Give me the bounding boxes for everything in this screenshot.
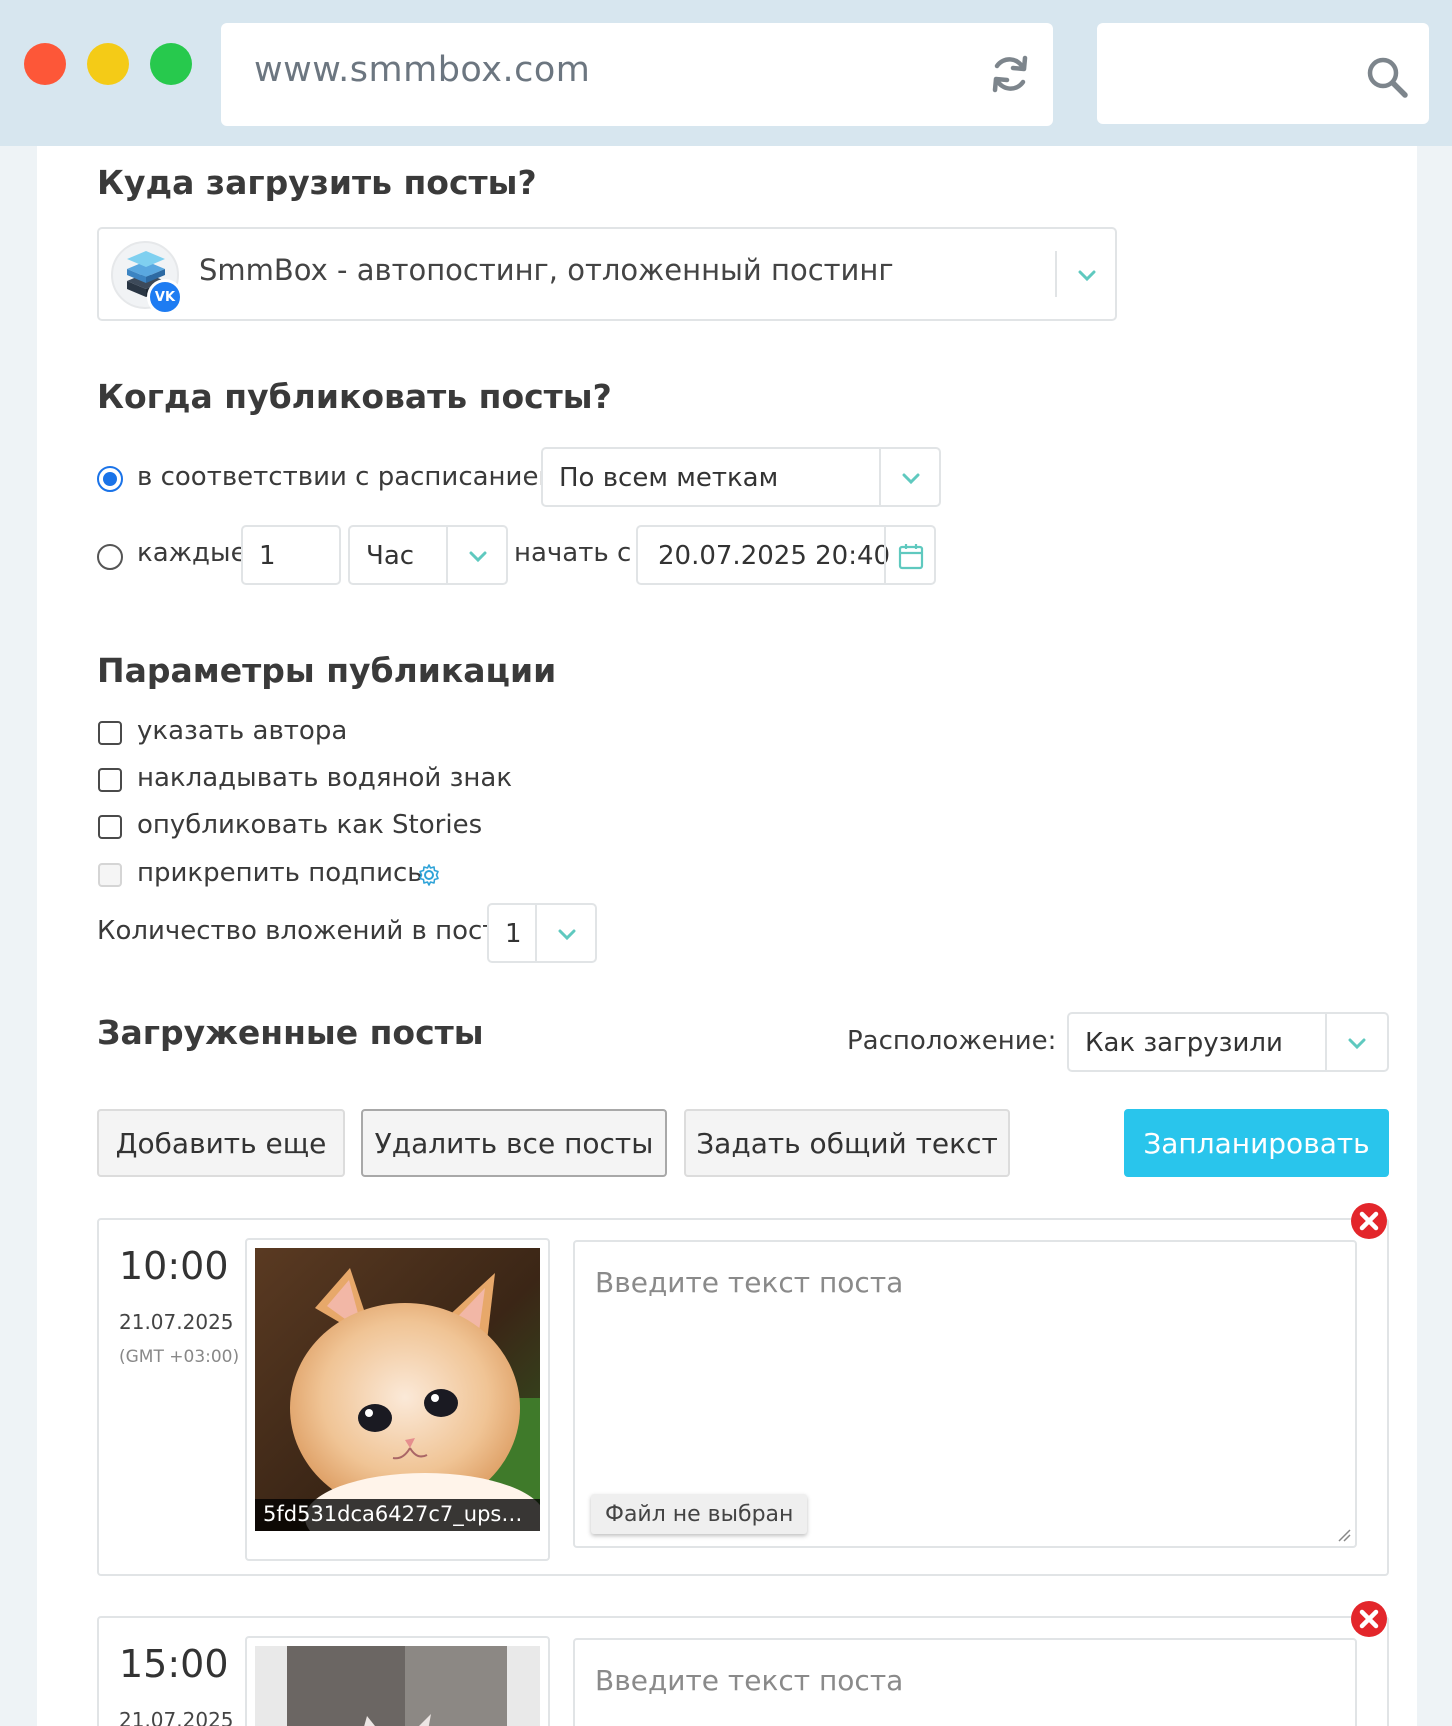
account-select[interactable]: VK SmmBox - автопостинг, отложенный пост… xyxy=(97,227,1117,321)
schedule-tags-select[interactable]: По всем меткам xyxy=(541,447,941,507)
chevron-down-icon[interactable] xyxy=(1347,1038,1367,1050)
delete-post-icon[interactable] xyxy=(1351,1203,1387,1239)
browser-chrome: www.smmbox.com xyxy=(0,0,1452,146)
where-title: Куда загрузить посты? xyxy=(97,163,537,202)
search-field[interactable] xyxy=(1097,23,1429,124)
signature-checkbox xyxy=(98,863,122,887)
interval-unit-select[interactable]: Час xyxy=(348,525,508,585)
attachments-value: 1 xyxy=(505,919,522,949)
interval-radio-label: каждые xyxy=(137,538,247,568)
post-text-input[interactable]: Введите текст поста xyxy=(573,1638,1357,1726)
add-more-button[interactable]: Добавить еще xyxy=(97,1109,345,1177)
start-datetime-input[interactable]: 20.07.2025 20:40 xyxy=(636,525,936,585)
watermark-checkbox[interactable] xyxy=(98,768,122,792)
post-date: 21.07.2025 xyxy=(119,1708,234,1726)
gear-icon[interactable] xyxy=(417,863,441,887)
post-image[interactable]: 5fd531dca6427c7_upsc... xyxy=(245,1238,550,1561)
select-divider xyxy=(1325,1014,1327,1070)
start-datetime-value: 20.07.2025 20:40 xyxy=(658,541,891,571)
input-divider xyxy=(884,527,886,583)
refresh-icon[interactable] xyxy=(989,53,1031,95)
schedule-button[interactable]: Запланировать xyxy=(1124,1109,1389,1177)
params-title: Параметры публикации xyxy=(97,651,557,690)
select-divider xyxy=(535,905,537,961)
schedule-tags-value: По всем меткам xyxy=(559,463,779,493)
page-content: Куда загрузить посты? VK SmmBox - автопо… xyxy=(37,146,1417,1726)
window-minimize-button[interactable] xyxy=(87,43,129,85)
window-close-button[interactable] xyxy=(24,43,66,85)
kitten-photo xyxy=(255,1646,540,1726)
post-timezone: (GMT +03:00) xyxy=(119,1347,240,1367)
file-input-button[interactable]: Файл не выбран xyxy=(591,1494,808,1534)
post-card: 10:00 21.07.2025 (GMT +03:00) 5fd531dca6… xyxy=(97,1218,1389,1576)
kitten-photo xyxy=(255,1248,540,1531)
post-image[interactable] xyxy=(245,1636,550,1726)
chevron-down-icon[interactable] xyxy=(468,551,488,563)
account-name: SmmBox - автопостинг, отложенный постинг xyxy=(199,253,894,287)
layout-value: Как загрузили xyxy=(1085,1028,1283,1058)
delete-post-icon[interactable] xyxy=(1351,1601,1387,1637)
post-text-placeholder: Введите текст поста xyxy=(595,1266,904,1299)
delete-all-button[interactable]: Удалить все посты xyxy=(361,1109,667,1177)
url-text: www.smmbox.com xyxy=(254,50,591,90)
interval-radio[interactable] xyxy=(97,544,123,570)
post-text-placeholder: Введите текст поста xyxy=(595,1664,904,1697)
layout-select[interactable]: Как загрузили xyxy=(1067,1012,1389,1072)
select-divider xyxy=(879,449,881,505)
post-date: 21.07.2025 xyxy=(119,1310,234,1334)
layout-label: Расположение: xyxy=(847,1026,1057,1056)
chevron-down-icon[interactable] xyxy=(901,473,921,485)
select-divider xyxy=(1055,251,1057,297)
stories-checkbox[interactable] xyxy=(98,815,122,839)
post-time: 15:00 xyxy=(119,1642,229,1686)
signature-label: прикрепить подпись xyxy=(137,858,423,888)
author-label: указать автора xyxy=(137,716,348,746)
calendar-icon[interactable] xyxy=(898,542,924,570)
post-text-input[interactable]: Введите текст поста Файл не выбран xyxy=(573,1240,1357,1548)
chevron-down-icon[interactable] xyxy=(557,929,577,941)
attachments-label: Количество вложений в посте xyxy=(97,916,514,946)
interval-count-value: 1 xyxy=(259,541,276,571)
attachments-select[interactable]: 1 xyxy=(487,903,597,963)
watermark-label: накладывать водяной знак xyxy=(137,763,513,793)
author-checkbox[interactable] xyxy=(98,721,122,745)
stories-label: опубликовать как Stories xyxy=(137,810,483,840)
search-icon[interactable] xyxy=(1365,55,1409,99)
address-bar[interactable]: www.smmbox.com xyxy=(221,23,1053,126)
when-title: Когда публиковать посты? xyxy=(97,377,612,416)
post-card: 15:00 21.07.2025 Введите текст поста xyxy=(97,1616,1389,1726)
interval-unit-value: Час xyxy=(366,541,415,571)
common-text-button[interactable]: Задать общий текст xyxy=(684,1109,1010,1177)
interval-count-input[interactable]: 1 xyxy=(241,525,341,585)
start-label: начать с xyxy=(514,538,632,568)
select-divider xyxy=(446,527,448,583)
post-time: 10:00 xyxy=(119,1244,229,1288)
schedule-radio-label: в соответствии с расписанием xyxy=(137,462,559,492)
chevron-down-icon[interactable] xyxy=(1077,270,1097,282)
schedule-radio[interactable] xyxy=(97,466,123,492)
vk-badge-icon: VK xyxy=(147,279,183,315)
resize-handle-icon[interactable] xyxy=(1337,1528,1351,1542)
window-maximize-button[interactable] xyxy=(150,43,192,85)
image-filename: 5fd531dca6427c7_upsc... xyxy=(255,1499,540,1531)
uploaded-title: Загруженные посты xyxy=(97,1013,484,1052)
account-avatar: VK xyxy=(111,241,183,315)
